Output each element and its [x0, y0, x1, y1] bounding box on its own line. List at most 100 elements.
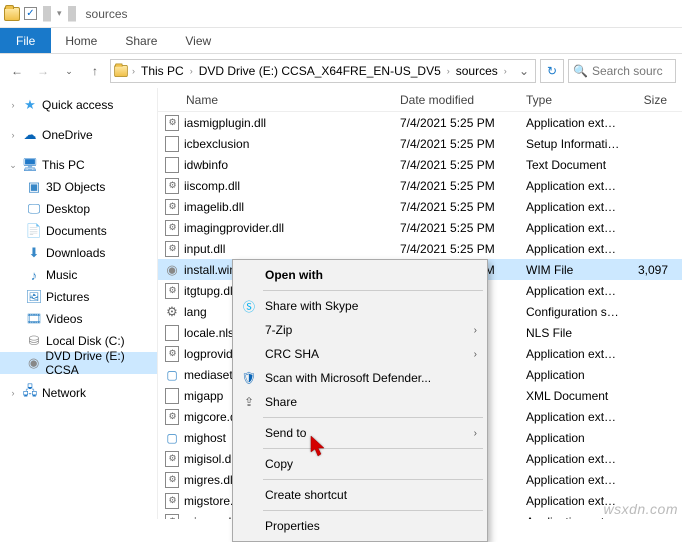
chevron-right-icon[interactable]: ›	[131, 66, 136, 76]
pc-icon: 🖥	[22, 157, 38, 173]
address-dropdown-icon[interactable]: ⌄	[515, 64, 533, 78]
file-date: 7/4/2021 5:25 PM	[394, 221, 520, 235]
ctx-share-skype[interactable]: ⓈShare with Skype	[235, 294, 485, 318]
up-button[interactable]: ↑	[84, 60, 106, 82]
chevron-right-icon[interactable]: ›	[8, 388, 18, 398]
column-name[interactable]: Name	[158, 93, 394, 107]
ctx-share[interactable]: ⇪Share	[235, 390, 485, 414]
file-name: iasmigplugin.dll	[184, 116, 266, 130]
file-row[interactable]: idwbinfo7/4/2021 5:25 PMText Document	[158, 154, 682, 175]
chevron-right-icon[interactable]: ›	[189, 66, 194, 76]
file-icon	[164, 220, 180, 236]
disk-icon: ⛁	[26, 333, 42, 349]
file-date: 7/4/2021 5:25 PM	[394, 116, 520, 130]
chevron-down-icon[interactable]: ⌄	[8, 160, 18, 171]
nav-videos[interactable]: 🎞 Videos	[0, 308, 157, 330]
column-date[interactable]: Date modified	[394, 93, 520, 107]
tab-view[interactable]: View	[171, 28, 225, 53]
recent-dropdown-icon[interactable]: ⌄	[58, 60, 80, 82]
cloud-icon: ☁	[22, 127, 38, 143]
file-name: idwbinfo	[184, 158, 228, 172]
chevron-right-icon[interactable]: ›	[8, 100, 18, 110]
nav-label: Videos	[46, 312, 82, 326]
qat-checkbox-icon[interactable]: ✓	[24, 7, 37, 20]
file-type: Application exten...	[520, 179, 626, 193]
chevron-right-icon[interactable]: ›	[8, 130, 18, 140]
file-name: migres.dll	[184, 473, 235, 487]
ctx-send-to[interactable]: Send to›	[235, 421, 485, 445]
share-icon: ⇪	[241, 394, 257, 410]
file-icon	[164, 304, 180, 320]
column-type[interactable]: Type	[520, 93, 626, 107]
search-icon: 🔍	[573, 64, 588, 78]
nav-network[interactable]: › 🖧 Network	[0, 382, 157, 404]
nav-label: DVD Drive (E:) CCSA	[45, 349, 157, 377]
file-date: 7/4/2021 5:25 PM	[394, 200, 520, 214]
file-row[interactable]: icbexclusion7/4/2021 5:25 PMSetup Inform…	[158, 133, 682, 154]
file-row[interactable]: iasmigplugin.dll7/4/2021 5:25 PMApplicat…	[158, 112, 682, 133]
file-name: input.dll	[184, 242, 225, 256]
chevron-right-icon[interactable]: ›	[503, 66, 508, 76]
nav-label: Desktop	[46, 202, 90, 216]
nav-label: Music	[46, 268, 77, 282]
file-type: Application exten...	[520, 221, 626, 235]
qat-dropdown-icon[interactable]: ▾	[57, 8, 62, 19]
shield-icon: 🛡	[241, 370, 257, 386]
file-tab[interactable]: File	[0, 28, 51, 53]
nav-pictures[interactable]: 🖼Pictures	[0, 286, 157, 308]
file-icon	[164, 409, 180, 425]
refresh-button[interactable]: ↻	[540, 59, 564, 83]
search-input[interactable]: 🔍 Search sourc	[568, 59, 676, 83]
file-name: locale.nls	[184, 326, 234, 340]
chevron-right-icon: ›	[474, 428, 477, 439]
file-type: Configuration sett...	[520, 305, 626, 319]
column-size[interactable]: Size	[626, 93, 674, 107]
file-date: 7/4/2021 5:25 PM	[394, 137, 520, 151]
file-icon	[164, 157, 180, 173]
file-row[interactable]: imagingprovider.dll7/4/2021 5:25 PMAppli…	[158, 217, 682, 238]
breadcrumb[interactable]: This PC	[138, 64, 187, 78]
file-icon	[164, 136, 180, 152]
nav-downloads[interactable]: ⬇Downloads	[0, 242, 157, 264]
window-title: sources	[86, 7, 128, 21]
file-type: Setup Information	[520, 137, 626, 151]
ctx-7zip[interactable]: 7-Zip›	[235, 318, 485, 342]
chevron-right-icon: ›	[474, 325, 477, 336]
nav-documents[interactable]: 📄Documents	[0, 220, 157, 242]
tab-home[interactable]: Home	[51, 28, 111, 53]
tab-share[interactable]: Share	[111, 28, 171, 53]
file-row[interactable]: input.dll7/4/2021 5:25 PMApplication ext…	[158, 238, 682, 259]
nav-3d-objects[interactable]: ▣3D Objects	[0, 176, 157, 198]
nav-dvd-drive[interactable]: ◉DVD Drive (E:) CCSA	[0, 352, 157, 374]
file-row[interactable]: imagelib.dll7/4/2021 5:25 PMApplication …	[158, 196, 682, 217]
file-row[interactable]: iiscomp.dll7/4/2021 5:25 PMApplication e…	[158, 175, 682, 196]
nav-this-pc[interactable]: ⌄ 🖥 This PC	[0, 154, 157, 176]
nav-label: 3D Objects	[46, 180, 105, 194]
back-button[interactable]: ←	[6, 60, 28, 82]
address-bar[interactable]: › This PC › DVD Drive (E:) CCSA_X64FRE_E…	[110, 59, 536, 83]
breadcrumb[interactable]: DVD Drive (E:) CCSA_X64FRE_EN-US_DV5	[196, 64, 444, 78]
ctx-create-shortcut[interactable]: Create shortcut	[235, 483, 485, 507]
file-icon	[164, 283, 180, 299]
file-icon	[164, 115, 180, 131]
nav-quick-access[interactable]: › ★ Quick access	[0, 94, 157, 116]
ctx-crc-sha[interactable]: CRC SHA›	[235, 342, 485, 366]
ctx-properties[interactable]: Properties	[235, 514, 485, 538]
forward-button[interactable]: →	[32, 60, 54, 82]
dvd-icon: ◉	[26, 355, 41, 371]
nav-desktop[interactable]: 🖵Desktop	[0, 198, 157, 220]
nav-music[interactable]: ♪Music	[0, 264, 157, 286]
file-icon	[164, 430, 180, 446]
file-name: migapp	[184, 389, 223, 403]
breadcrumb[interactable]: sources	[453, 64, 501, 78]
chevron-right-icon[interactable]: ›	[446, 66, 451, 76]
ctx-open-with[interactable]: Open with	[235, 263, 485, 287]
file-icon	[164, 367, 180, 383]
file-name: migsys.dll	[184, 515, 237, 520]
ctx-copy[interactable]: Copy	[235, 452, 485, 476]
video-icon: 🎞	[26, 311, 42, 327]
nav-onedrive[interactable]: › ☁ OneDrive	[0, 124, 157, 146]
nav-label: Quick access	[42, 98, 113, 112]
ctx-defender[interactable]: 🛡Scan with Microsoft Defender...	[235, 366, 485, 390]
file-name: itgtupg.dll	[184, 284, 235, 298]
